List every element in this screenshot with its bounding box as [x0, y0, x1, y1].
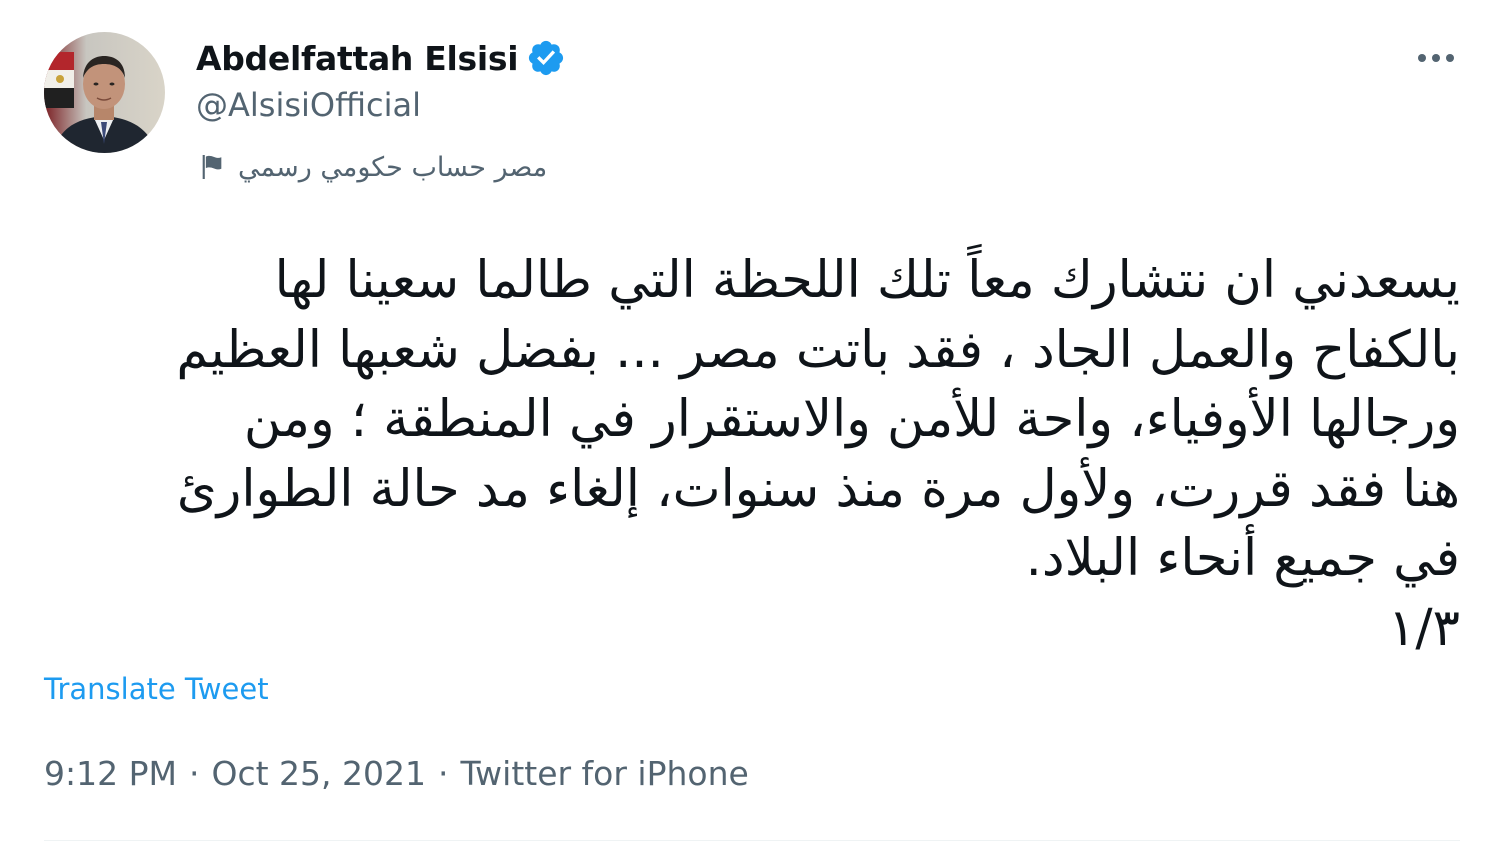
- avatar[interactable]: [44, 32, 165, 153]
- government-label-row: مصر حساب حكومي رسمي: [196, 148, 547, 186]
- verified-badge-icon: [526, 38, 566, 78]
- author-name-row: Abdelfattah Elsisi: [196, 36, 566, 80]
- author-display-name[interactable]: Abdelfattah Elsisi: [196, 39, 519, 78]
- tweet-text-line: ١/٣: [1388, 598, 1460, 658]
- author-handle[interactable]: @AlsisiOfficial: [196, 86, 421, 124]
- government-account-label: مصر حساب حكومي رسمي: [238, 151, 548, 183]
- translate-tweet-link[interactable]: Translate Tweet: [44, 672, 269, 706]
- tweet-text-line: ورجالها الأوفياء، واحة للأمن والاستقرار …: [243, 390, 1460, 449]
- tweet-time[interactable]: 9:12 PM: [44, 754, 177, 793]
- tweet-meta: 9:12 PM · Oct 25, 2021 · Twitter for iPh…: [44, 754, 749, 793]
- tweet-date[interactable]: Oct 25, 2021: [211, 754, 426, 793]
- tweet-card: Abdelfattah Elsisi @AlsisiOfficial مصر ح…: [0, 0, 1496, 844]
- meta-separator: ·: [188, 754, 200, 793]
- more-options-icon[interactable]: [1412, 40, 1460, 76]
- meta-separator: ·: [437, 754, 449, 793]
- divider: [44, 840, 1460, 841]
- tweet-text-line: يسعدني ان نتشارك معاً تلك اللحظة التي طا…: [274, 251, 1460, 310]
- profile-photo-icon: [44, 32, 165, 153]
- tweet-text-line: في جميع أنحاء البلاد.: [1025, 529, 1460, 588]
- tweet-text-line: هنا فقد قررت، ولأول مرة منذ سنوات، إلغاء…: [176, 459, 1460, 519]
- flag-icon: [196, 151, 228, 183]
- tweet-text-line: بالكفاح والعمل الجاد ، فقد باتت مصر ... …: [176, 320, 1460, 380]
- tweet-text: يسعدني ان نتشارك معاً تلك اللحظة التي طا…: [30, 246, 1460, 663]
- tweet-source[interactable]: Twitter for iPhone: [460, 754, 748, 793]
